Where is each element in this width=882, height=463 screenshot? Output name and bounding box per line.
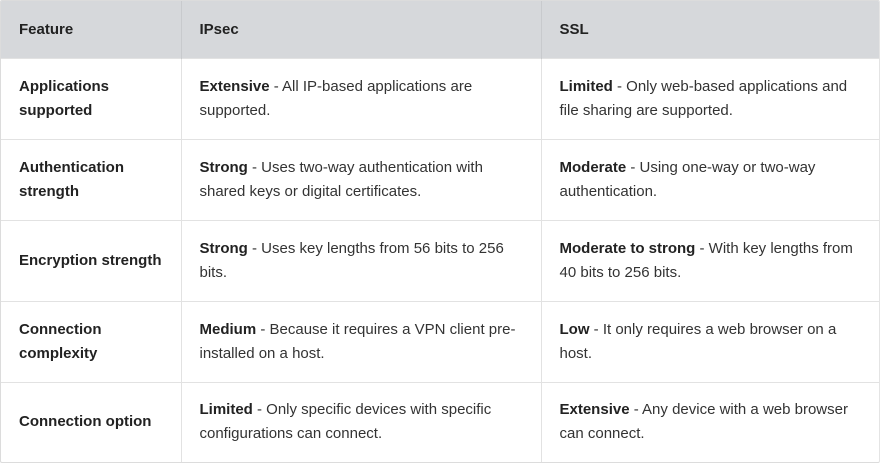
table-row: Authentication strength Strong - Uses tw… [1, 139, 879, 220]
feature-cell: Authentication strength [1, 139, 182, 220]
ipsec-cell: Strong - Uses two-way authentication wit… [181, 139, 542, 220]
ssl-cell: Moderate to strong - With key lengths fr… [541, 220, 879, 301]
feature-cell: Connection option [1, 382, 182, 462]
ipsec-level: Limited [199, 401, 253, 419]
ssl-description: - It only requires a web browser on a ho… [559, 320, 837, 362]
ipsec-cell: Extensive - All IP-based applications ar… [181, 58, 542, 139]
comparison-table-container: Feature IPsec SSL Applications supported… [0, 0, 880, 463]
ssl-level: Moderate to strong [559, 239, 696, 257]
feature-cell: Applications supported [1, 58, 182, 139]
ssl-level: Extensive [559, 401, 630, 419]
ipsec-level: Medium [199, 320, 257, 338]
feature-cell: Encryption strength [1, 220, 182, 301]
ipsec-cell: Strong - Uses key lengths from 56 bits t… [181, 220, 542, 301]
ipsec-vs-ssl-table: Feature IPsec SSL Applications supported… [1, 1, 879, 462]
table-row: Encryption strength Strong - Uses key le… [1, 220, 879, 301]
feature-cell: Connection complexity [1, 301, 182, 382]
ipsec-cell: Limited - Only specific devices with spe… [181, 382, 542, 462]
ssl-cell: Limited - Only web-based applications an… [541, 58, 879, 139]
table-row: Connection complexity Medium - Because i… [1, 301, 879, 382]
ssl-cell: Moderate - Using one-way or two-way auth… [541, 139, 879, 220]
table-row: Applications supported Extensive - All I… [1, 58, 879, 139]
ssl-cell: Extensive - Any device with a web browse… [541, 382, 879, 462]
table-row: Connection option Limited - Only specifi… [1, 382, 879, 462]
ssl-level: Limited [559, 77, 613, 95]
column-header-ssl: SSL [559, 20, 589, 38]
ssl-level: Moderate [559, 158, 627, 176]
ssl-cell: Low - It only requires a web browser on … [541, 301, 879, 382]
ipsec-level: Extensive [199, 77, 270, 95]
column-header-feature: Feature [1, 1, 182, 58]
ssl-level: Low [559, 320, 590, 338]
ipsec-level: Strong [199, 158, 248, 176]
column-header-ipsec: IPsec [181, 1, 542, 58]
ipsec-level: Strong [199, 239, 248, 257]
table-header-row: Feature IPsec SSL [1, 1, 879, 58]
ipsec-cell: Medium - Because it requires a VPN clien… [181, 301, 542, 382]
